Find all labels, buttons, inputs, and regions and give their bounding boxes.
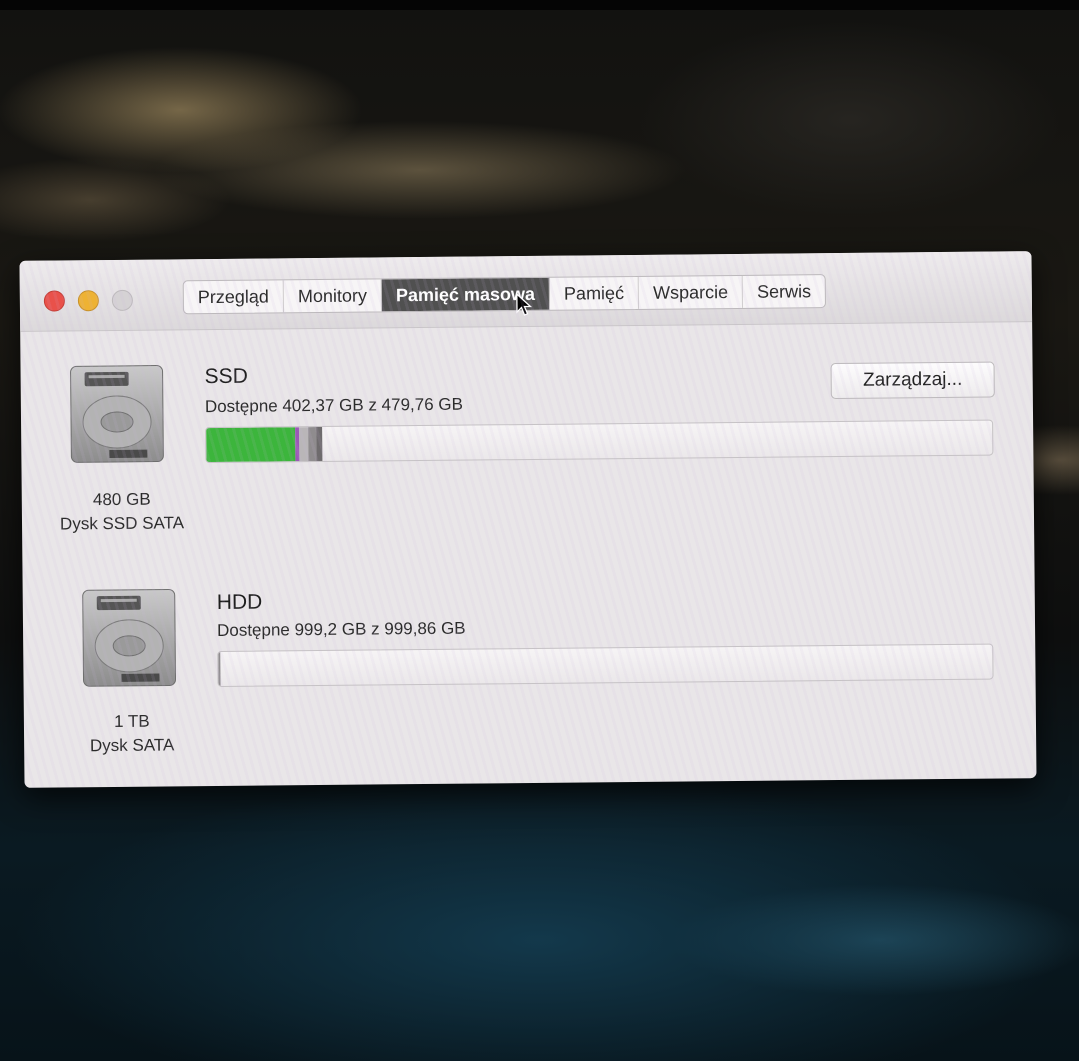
- menu-bar-edge: [0, 0, 1079, 10]
- ssd-available-space: Dostępne 402,37 GB z 479,76 GB: [204, 394, 463, 417]
- hdd-drive-name: HDD: [216, 590, 263, 614]
- manage-button[interactable]: Zarządzaj...: [830, 361, 995, 400]
- hdd-available-space: Dostępne 999,2 GB z 999,86 GB: [216, 618, 466, 640]
- tab-overview[interactable]: Przegląd: [183, 280, 285, 314]
- hdd-capacity: 1 TB: [114, 711, 150, 731]
- hdd-drive-icon: [82, 588, 177, 687]
- ssd-usage-bar: [205, 419, 994, 464]
- usage-segment: [298, 427, 309, 462]
- tab-service[interactable]: Serwis: [743, 275, 825, 308]
- zoom-window-button[interactable]: [111, 289, 133, 311]
- ssd-capacity-label: 480 GB Dysk SSD SATA: [32, 487, 212, 537]
- close-window-button[interactable]: [43, 290, 65, 312]
- window-titlebar: Przegląd Monitory Pamięć masowa Pamięć W…: [19, 251, 1033, 332]
- usage-segment: [218, 651, 221, 686]
- minimize-window-button[interactable]: [77, 290, 99, 312]
- tab-support[interactable]: Wsparcie: [638, 275, 744, 309]
- usage-segment: [206, 427, 296, 463]
- hdd-type: Dysk SATA: [89, 735, 175, 756]
- ssd-capacity: 480 GB: [92, 489, 151, 510]
- hdd-capacity-label: 1 TB Dysk SATA: [42, 709, 222, 759]
- about-this-mac-window: Przegląd Monitory Pamięć masowa Pamięć W…: [19, 251, 1037, 788]
- ssd-type: Dysk SSD SATA: [59, 513, 185, 534]
- tab-displays[interactable]: Monitory: [283, 279, 383, 313]
- tab-bar: Przegląd Monitory Pamięć masowa Pamięć W…: [182, 274, 827, 315]
- tab-memory[interactable]: Pamięć: [549, 276, 640, 310]
- usage-segment: [316, 426, 322, 462]
- ssd-drive-icon: [70, 365, 164, 463]
- hdd-usage-bar: [217, 643, 994, 687]
- mouse-pointer-icon: [516, 292, 533, 316]
- ssd-drive-name: SSD: [204, 364, 248, 389]
